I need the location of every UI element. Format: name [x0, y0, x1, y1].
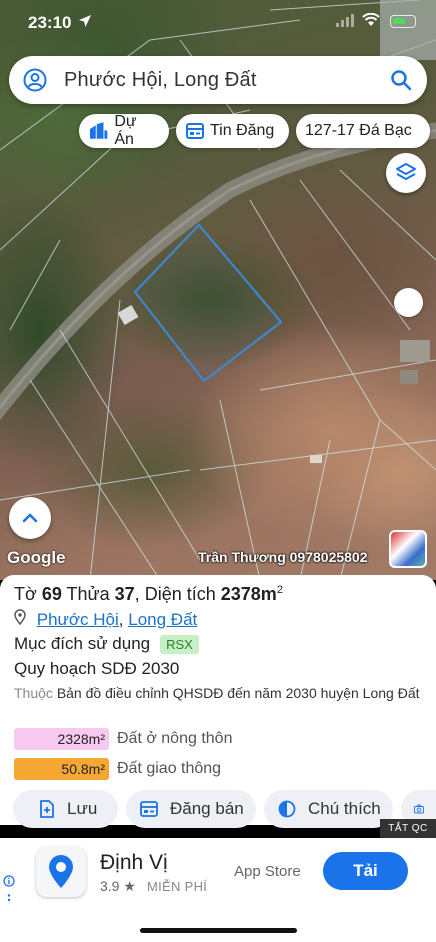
land-purpose-row: Mục đích sử dụng RSX — [14, 634, 199, 654]
post-for-sale-label: Đăng bán — [170, 799, 244, 818]
map-side-handle[interactable] — [394, 288, 423, 317]
location-arrow-icon — [78, 14, 92, 31]
plan-source-text: Bản đồ điều chỉnh QHSDĐ đến năm 2030 huy… — [56, 685, 420, 701]
ad-rating: 3.9 ★ — [100, 878, 136, 894]
save-plus-icon — [40, 800, 54, 818]
location-pin-icon — [14, 609, 31, 629]
parcel-summary: Tờ 69 Thửa 37, Diện tích 2378m2 — [14, 584, 283, 604]
address-separator: , — [118, 610, 129, 629]
plan-source: Thuộc Bản đồ điều chỉnh QHSDĐ đến năm 20… — [14, 683, 424, 704]
status-bar: 23:10 — [0, 0, 436, 44]
legend-half-circle-icon — [278, 800, 296, 818]
google-attribution: Google — [7, 548, 66, 567]
app-icon[interactable] — [36, 847, 86, 897]
ad-app-name: Định Vị — [100, 851, 168, 874]
parcel-address: Phước Hội, Long Đất — [14, 609, 197, 630]
ad-banner[interactable]: Định Vị 3.9 ★ MIỄN PHÍ App Store Tải — [0, 838, 436, 910]
lot-number: 37 — [114, 584, 135, 604]
ad-store-name: App Store — [234, 863, 301, 880]
sheet-label: Tờ — [14, 584, 37, 604]
user-profile-icon[interactable] — [23, 68, 47, 97]
ad-price: MIỄN PHÍ — [147, 879, 208, 894]
ad-info-icon[interactable] — [3, 874, 15, 902]
hide-ads-button[interactable]: TẮT QC — [380, 819, 436, 838]
land-use-label: Đất giao thông — [117, 760, 222, 777]
chip-du-an-label: Dự Án — [114, 113, 137, 148]
save-button-label: Lưu — [67, 799, 98, 818]
district-link[interactable]: Long Đất — [128, 610, 197, 629]
wifi-icon — [362, 12, 380, 32]
clock: 23:10 — [28, 13, 72, 32]
ad-install-button[interactable]: Tải — [323, 852, 408, 890]
legend-button-label: Chú thích — [308, 799, 381, 818]
area-value: 2378m — [220, 584, 277, 604]
land-use-row: 50.8m² Đất giao thông — [14, 758, 221, 780]
chip-location-code-label: 127-17 Đá Bạc — [305, 122, 412, 139]
layers-icon — [396, 163, 416, 180]
post-for-sale-button[interactable]: Đăng bán — [126, 790, 256, 828]
land-use-area-swatch: 2328m² — [14, 728, 109, 750]
chip-du-an[interactable]: Dự Án — [79, 113, 169, 148]
plan-title: Quy hoạch SDĐ 2030 — [14, 659, 180, 678]
home-indicator-area — [0, 910, 436, 942]
chevron-up-icon — [22, 513, 38, 523]
chip-location-code[interactable]: 127-17 Đá Bạc — [296, 114, 430, 148]
search-bar[interactable]: Phước Hội, Long Đất — [9, 56, 427, 104]
land-use-label: Đất ở nông thôn — [117, 730, 233, 747]
land-use-area-swatch: 50.8m² — [14, 758, 109, 780]
sheet-number: 69 — [41, 584, 62, 604]
chip-tin-dang[interactable]: Tin Đăng — [176, 114, 289, 148]
street-view-thumbnail[interactable] — [389, 530, 427, 568]
city-icon — [89, 122, 108, 139]
location-pin-icon — [49, 855, 73, 888]
land-purpose-badge: RSX — [160, 634, 199, 654]
battery-icon — [390, 15, 416, 28]
area-unit-superscript: 2 — [276, 584, 283, 596]
legend-button[interactable]: Chú thích — [264, 790, 393, 828]
search-icon[interactable] — [389, 68, 413, 97]
area-label: Diện tích — [144, 584, 216, 604]
expand-panel-button[interactable] — [9, 497, 51, 539]
parcel-info-panel: Tờ 69 Thửa 37, Diện tích 2378m2 Phước Hộ… — [0, 575, 436, 828]
home-indicator[interactable] — [140, 928, 297, 933]
layers-button[interactable] — [386, 153, 426, 193]
land-use-row: 2328m² Đất ở nông thôn — [14, 728, 232, 750]
land-purpose-label: Mục đích sử dụng — [14, 634, 151, 653]
listing-card-icon — [186, 123, 204, 139]
search-input[interactable]: Phước Hội, Long Đất — [64, 69, 257, 92]
lot-label: Thửa — [66, 584, 110, 604]
post-listing-icon — [140, 801, 158, 817]
chip-tin-dang-label: Tin Đăng — [210, 122, 275, 139]
owner-contact-label: Trần Thương 0978025802 — [198, 549, 368, 565]
cellular-signal-icon — [336, 14, 354, 32]
satellite-map[interactable]: 23:10 Phước Hội, Long Đất Dự Án Tin Đăng… — [0, 0, 436, 580]
camera-icon — [414, 804, 424, 814]
ward-link[interactable]: Phước Hội — [37, 610, 119, 629]
save-button[interactable]: Lưu — [13, 790, 118, 828]
plan-source-prefix: Thuộc — [14, 685, 53, 701]
